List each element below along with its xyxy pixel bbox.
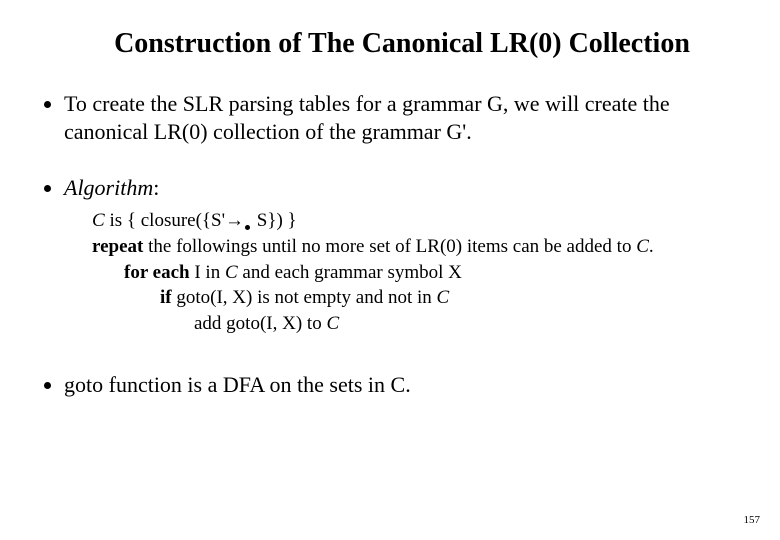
goto-text: goto function is a DFA on the sets in C.: [64, 372, 411, 397]
slide-title: Construction of The Canonical LR(0) Coll…: [38, 28, 742, 60]
algo-l2-d: .: [649, 236, 654, 257]
bullet-goto: goto function is a DFA on the sets in C.: [64, 371, 742, 399]
dot-icon: [245, 225, 250, 230]
algo-l2-repeat: repeat: [92, 236, 143, 257]
algo-l4-if: if: [160, 287, 172, 308]
bullet-list: To create the SLR parsing tables for a g…: [38, 90, 742, 399]
algo-line-5: add goto(I, X) to C: [64, 311, 742, 337]
algo-line-3: for each I in C and each grammar symbol …: [64, 260, 742, 286]
algo-l3-d: and each grammar symbol X: [238, 262, 462, 283]
algo-line-4: if goto(I, X) is not empty and not in C: [64, 285, 742, 311]
algo-l1-C: C: [92, 210, 105, 231]
algo-l1-mid: is { closure({S': [105, 210, 225, 231]
algo-l4-C: C: [437, 287, 450, 308]
algorithm-block: C is { closure({S'→ S}) } repeat the fol…: [64, 208, 742, 336]
bullet-intro: To create the SLR parsing tables for a g…: [64, 90, 742, 146]
intro-text: To create the SLR parsing tables for a g…: [64, 91, 670, 144]
algo-line-1: C is { closure({S'→ S}) }: [64, 208, 742, 234]
algo-l2-C: C: [636, 236, 649, 257]
algo-l5-a: add goto(I, X) to: [194, 313, 326, 334]
bullet-algorithm: Algorithm: C is { closure({S'→ S}) } rep…: [64, 174, 742, 336]
algorithm-label: Algorithm: [64, 175, 153, 200]
algo-l3-foreach: for each: [124, 262, 190, 283]
algo-l5-C: C: [326, 313, 339, 334]
algo-l1-post: S}) }: [252, 210, 297, 231]
algo-line-2: repeat the followings until no more set …: [64, 234, 742, 260]
page-number: 157: [744, 514, 761, 526]
algo-l2-b: the followings until no more set of LR(0…: [143, 236, 636, 257]
colon: :: [153, 175, 159, 200]
algo-l3-b: I in: [190, 262, 225, 283]
algo-l3-C: C: [225, 262, 238, 283]
algo-l1-arrow: →: [225, 210, 244, 231]
algo-l4-b: goto(I, X) is not empty and not in: [172, 287, 437, 308]
slide: Construction of The Canonical LR(0) Coll…: [0, 0, 780, 540]
